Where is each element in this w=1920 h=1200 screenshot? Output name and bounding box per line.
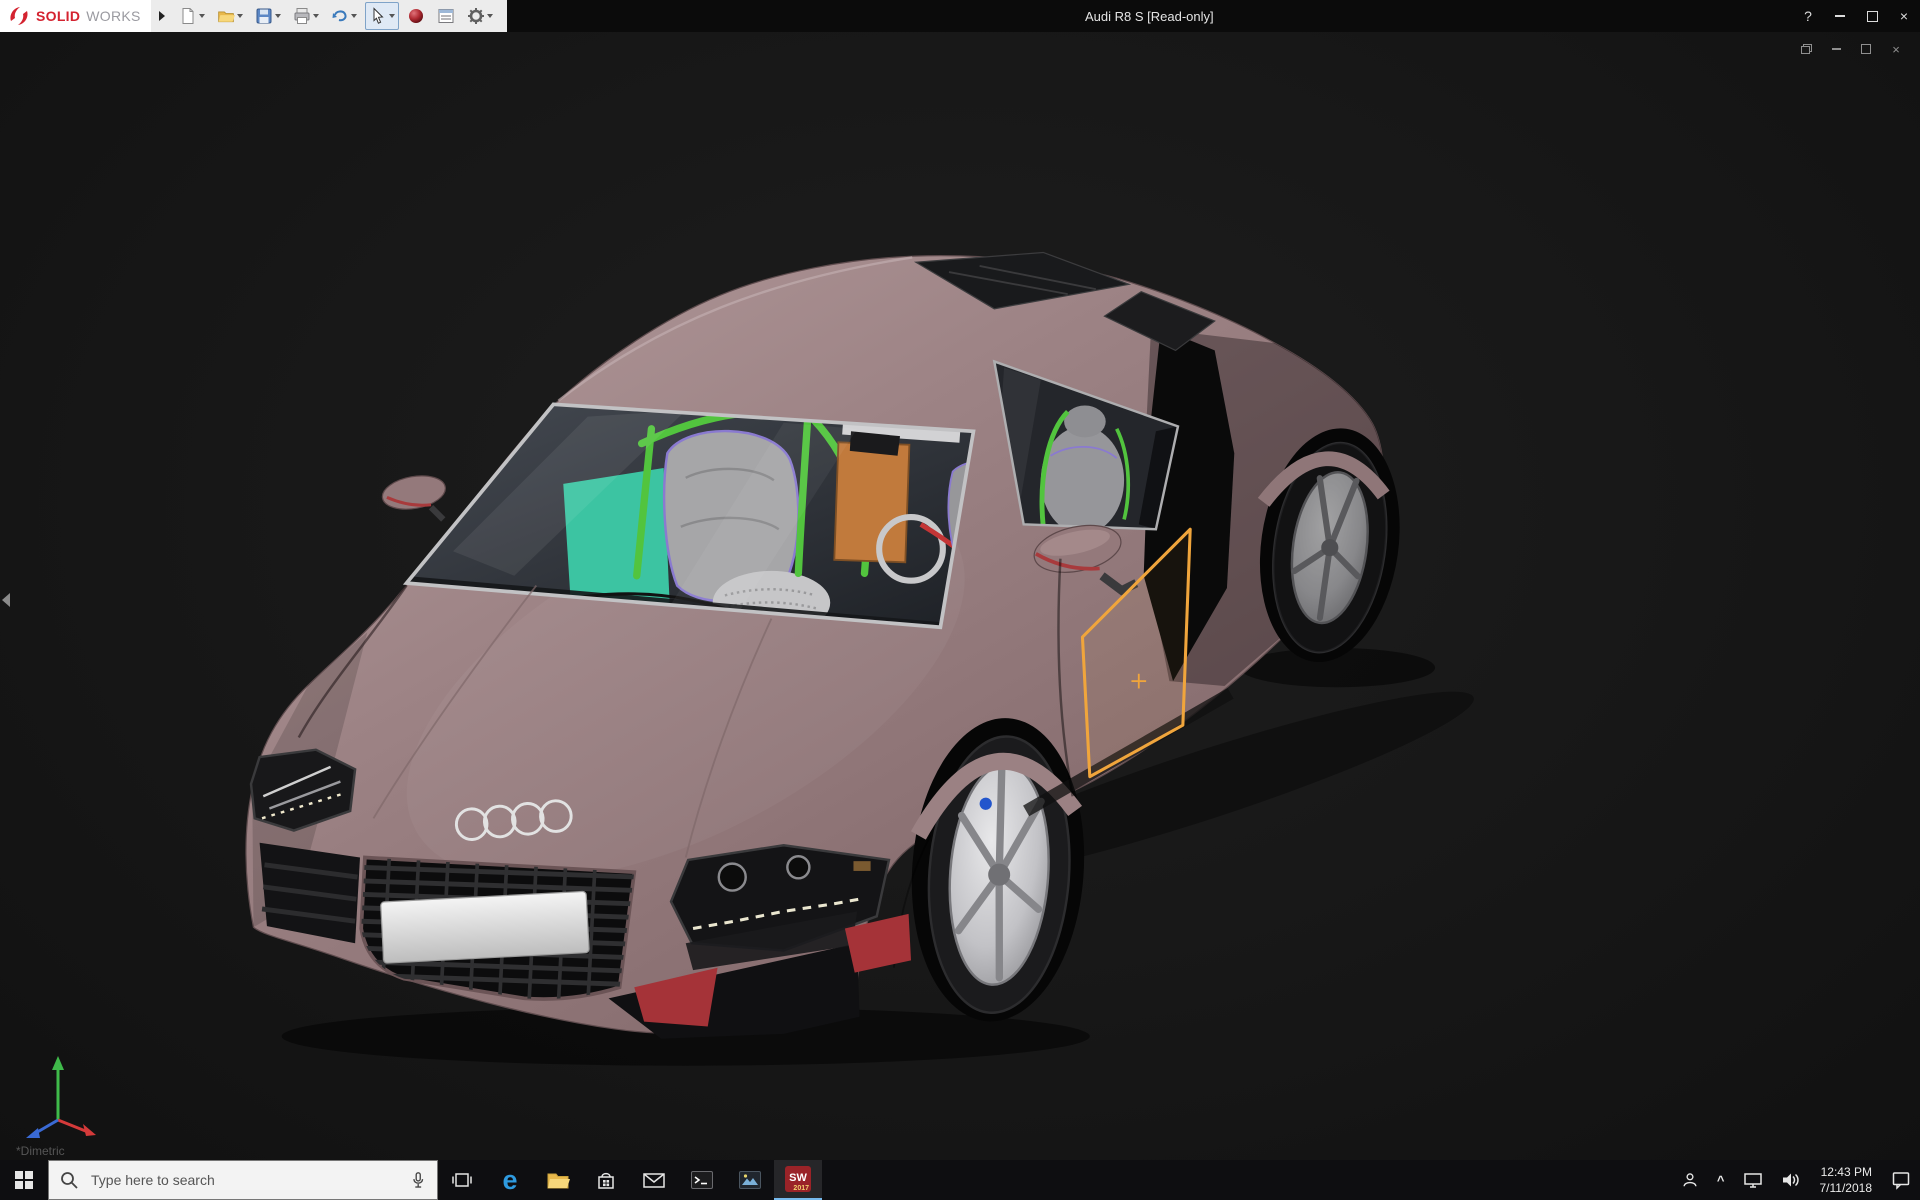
appearances-button[interactable] [403, 2, 429, 30]
side-mirror-left[interactable] [380, 471, 448, 519]
window-controls: ? × [1792, 0, 1920, 32]
task-pane-button[interactable] [433, 2, 459, 30]
clock-time: 12:43 PM [1821, 1164, 1872, 1180]
people-tray-button[interactable] [1672, 1160, 1708, 1200]
open-folder-icon [217, 7, 235, 25]
minimize-button[interactable] [1824, 0, 1856, 32]
maximize-button[interactable] [1856, 0, 1888, 32]
3d-viewport-canvas[interactable] [0, 32, 1920, 1160]
new-document-icon [179, 7, 197, 25]
graphics-area[interactable]: × [0, 32, 1920, 1160]
print-button[interactable] [289, 2, 323, 30]
volume-icon [1781, 1171, 1801, 1189]
microphone-icon[interactable] [409, 1170, 427, 1190]
search-input[interactable] [89, 1171, 399, 1189]
dropdown-caret-icon [487, 14, 493, 18]
task-pane-icon [437, 7, 455, 25]
front-grille [359, 855, 639, 1006]
store-icon [595, 1169, 617, 1191]
undo-icon [331, 7, 349, 25]
appearance-sphere-icon [407, 7, 425, 25]
svg-text:2017: 2017 [793, 1185, 809, 1192]
photos-icon [738, 1169, 762, 1191]
save-button[interactable] [251, 2, 285, 30]
car-model[interactable] [246, 252, 1484, 1065]
help-button[interactable]: ? [1792, 0, 1824, 32]
chevron-up-icon: ^ [1717, 1173, 1725, 1188]
solidworks-logo: SOLID WORKS [0, 0, 151, 32]
select-tool-button[interactable] [365, 2, 399, 30]
solidworks-window: SOLID WORKS [0, 0, 1920, 1200]
photos-button[interactable] [726, 1160, 774, 1200]
featuremanager-collapse-arrow[interactable] [2, 593, 10, 607]
dropdown-caret-icon [313, 14, 319, 18]
dropdown-caret-icon [389, 14, 395, 18]
svg-text:SW: SW [789, 1172, 807, 1184]
undo-button[interactable] [327, 2, 361, 30]
mail-icon [642, 1170, 666, 1190]
close-button[interactable]: × [1888, 0, 1920, 32]
license-plate [381, 891, 590, 963]
console-icon [690, 1169, 714, 1191]
network-icon [1743, 1171, 1763, 1189]
brand-text-bold: SOLID [36, 8, 80, 24]
select-cursor-icon [369, 7, 387, 25]
clock-date: 7/11/2018 [1820, 1180, 1873, 1196]
document-window-controls: × [1798, 42, 1904, 56]
start-button[interactable] [0, 1160, 48, 1200]
toolbar-flyout-icon[interactable] [159, 11, 165, 21]
system-tray: ^ 12:43 PM 7/11/2018 [1672, 1160, 1920, 1200]
task-view-icon [451, 1170, 473, 1190]
orientation-triad [18, 1050, 98, 1142]
volume-tray-button[interactable] [1772, 1160, 1810, 1200]
dropdown-caret-icon [275, 14, 281, 18]
save-icon [255, 7, 273, 25]
windows-taskbar: e [0, 1160, 1920, 1200]
action-center-icon [1891, 1170, 1911, 1190]
solidworks-logo-icon [8, 5, 30, 27]
people-icon [1681, 1171, 1699, 1189]
open-button[interactable] [213, 2, 247, 30]
console-button[interactable] [678, 1160, 726, 1200]
mail-button[interactable] [630, 1160, 678, 1200]
file-explorer-button[interactable] [534, 1160, 582, 1200]
brand-text-light: WORKS [86, 8, 140, 24]
dropdown-caret-icon [237, 14, 243, 18]
edge-icon: e [502, 1167, 517, 1194]
document-restore-button[interactable] [1858, 42, 1874, 56]
solidworks-app-icon: SW 2017 [785, 1166, 811, 1192]
center-console-panel [834, 442, 909, 562]
new-window-icon[interactable] [1798, 42, 1814, 56]
dropdown-caret-icon [351, 14, 357, 18]
store-button[interactable] [582, 1160, 630, 1200]
document-minimize-button[interactable] [1828, 42, 1844, 56]
titlebar: SOLID WORKS [0, 0, 1920, 32]
options-button[interactable] [463, 2, 497, 30]
network-tray-button[interactable] [1734, 1160, 1772, 1200]
options-gear-icon [467, 7, 485, 25]
solidworks-taskbar-button[interactable]: SW 2017 [774, 1160, 822, 1200]
quick-access-toolbar [151, 0, 507, 32]
new-document-button[interactable] [175, 2, 209, 30]
windows-logo-icon [15, 1171, 33, 1189]
print-icon [293, 7, 311, 25]
document-title: Audi R8 S [Read-only] [1085, 9, 1214, 24]
document-close-button[interactable]: × [1888, 42, 1904, 56]
view-orientation-label: *Dimetric [16, 1144, 65, 1158]
action-center-button[interactable] [1882, 1160, 1920, 1200]
task-view-button[interactable] [438, 1160, 486, 1200]
taskbar-clock[interactable]: 12:43 PM 7/11/2018 [1810, 1160, 1883, 1200]
search-icon [59, 1170, 79, 1190]
edge-button[interactable]: e [486, 1160, 534, 1200]
dropdown-caret-icon [199, 14, 205, 18]
hidden-icons-button[interactable]: ^ [1708, 1160, 1734, 1200]
file-explorer-icon [546, 1169, 570, 1191]
taskbar-search [48, 1160, 438, 1200]
